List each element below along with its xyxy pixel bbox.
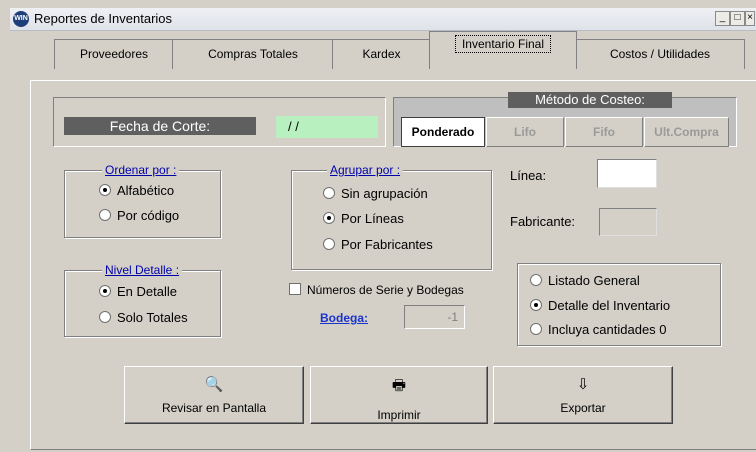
radio-selected-icon	[99, 285, 111, 297]
radio-icon	[530, 323, 542, 335]
option-label: Por Fabricantes	[341, 237, 433, 252]
radio-icon	[99, 311, 111, 323]
exportar-button[interactable]: ⇩ Exportar	[493, 366, 673, 424]
tab-kardex[interactable]: Kardex	[332, 39, 431, 69]
solo-totales-radio[interactable]: Solo Totales	[99, 310, 188, 325]
checkbox-label: Números de Serie y Bodegas	[307, 283, 464, 297]
option-label: Detalle del Inventario	[548, 298, 671, 313]
series-bodegas-checkbox[interactable]: Números de Serie y Bodegas	[289, 283, 464, 297]
por-fabricantes-radio[interactable]: Por Fabricantes	[323, 237, 433, 252]
minimize-icon[interactable]: _	[715, 11, 730, 26]
radio-icon	[530, 274, 542, 286]
tab-inventario-final[interactable]: Inventario Final	[429, 31, 577, 69]
tab-proveedores[interactable]: Proveedores	[54, 39, 174, 69]
incluya-cantidades-radio[interactable]: Incluya cantidades 0	[530, 322, 667, 337]
bodega-input[interactable]: -1	[404, 305, 465, 329]
checkbox-icon	[289, 283, 301, 295]
export-icon: ⇩	[576, 376, 590, 393]
nivel-detalle-title: Nivel Detalle :	[102, 263, 183, 277]
option-label: Listado General	[548, 273, 640, 288]
fecha-corte-input[interactable]: / /	[276, 116, 378, 138]
ordenar-codigo-radio[interactable]: Por código	[99, 208, 179, 223]
tab-costos-utilidades[interactable]: Costos / Utilidades	[575, 39, 745, 69]
option-label: Solo Totales	[117, 310, 188, 325]
radio-selected-icon	[99, 184, 111, 196]
button-label: Revisar en Pantalla	[161, 401, 267, 415]
sin-agrupacion-radio[interactable]: Sin agrupación	[323, 186, 428, 201]
fifo-button[interactable]: Fifo	[565, 117, 643, 147]
option-label: Sin agrupación	[341, 186, 428, 201]
bodega-link[interactable]: Bodega:	[320, 311, 368, 325]
en-detalle-radio[interactable]: En Detalle	[99, 284, 177, 299]
listado-general-radio[interactable]: Listado General	[530, 273, 640, 288]
tab-label: Kardex	[362, 47, 401, 61]
radio-icon	[323, 187, 335, 199]
detalle-inventario-radio[interactable]: Detalle del Inventario	[530, 298, 670, 313]
option-label: Alfabético	[117, 183, 175, 198]
tab-label: Inventario Final	[454, 35, 552, 53]
imprimir-button[interactable]: 🖶 Imprimir	[310, 366, 488, 424]
window: WIN Reportes de Inventarios _ □ × Provee…	[0, 0, 756, 452]
radio-icon	[99, 209, 111, 221]
fabricante-input[interactable]	[599, 208, 657, 236]
revisar-pantalla-button[interactable]: 🔍 Revisar en Pantalla	[124, 366, 304, 424]
ult-compra-button[interactable]: Ult.Compra	[644, 117, 729, 147]
metodo-costeo-title: Método de Costeo:	[508, 92, 672, 108]
print-preview-icon: 🔍	[204, 376, 224, 393]
tab-label: Proveedores	[79, 47, 149, 61]
fabricante-label: Fabricante:	[510, 214, 576, 229]
radio-selected-icon	[323, 212, 335, 224]
printer-icon: 🖶	[391, 377, 407, 394]
ordenar-alfabetico-radio[interactable]: Alfabético	[99, 183, 174, 198]
ponderado-button[interactable]: Ponderado	[401, 117, 485, 147]
radio-selected-icon	[530, 299, 542, 311]
linea-label: Línea:	[510, 168, 547, 183]
fecha-corte-label: Fecha de Corte:	[64, 117, 256, 135]
title-bar: WIN Reportes de Inventarios _ □ ×	[10, 8, 756, 31]
app-globe-icon: WIN	[13, 11, 29, 27]
tab-compras-totales[interactable]: Compras Totales	[172, 39, 334, 69]
maximize-icon[interactable]: □	[730, 11, 745, 26]
ordenar-por-group	[64, 170, 221, 238]
tab-label: Compras Totales	[208, 47, 298, 61]
option-label: En Detalle	[117, 284, 177, 299]
por-lineas-radio[interactable]: Por Líneas	[323, 211, 404, 226]
window-title: Reportes de Inventarios	[34, 11, 173, 26]
agrupar-por-title: Agrupar por :	[327, 163, 404, 177]
nivel-detalle-group	[64, 270, 221, 337]
ordenar-por-title: Ordenar por :	[102, 163, 180, 177]
tab-label: Costos / Utilidades	[609, 47, 711, 61]
lifo-button[interactable]: Lifo	[486, 117, 564, 147]
radio-icon	[323, 238, 335, 250]
option-label: Por Líneas	[341, 211, 404, 226]
linea-input[interactable]	[597, 159, 657, 188]
option-label: Incluya cantidades 0	[548, 322, 667, 337]
button-label: Exportar	[560, 401, 606, 415]
button-label: Imprimir	[377, 408, 421, 422]
close-icon[interactable]: ×	[745, 11, 755, 26]
option-label: Por código	[117, 208, 180, 223]
